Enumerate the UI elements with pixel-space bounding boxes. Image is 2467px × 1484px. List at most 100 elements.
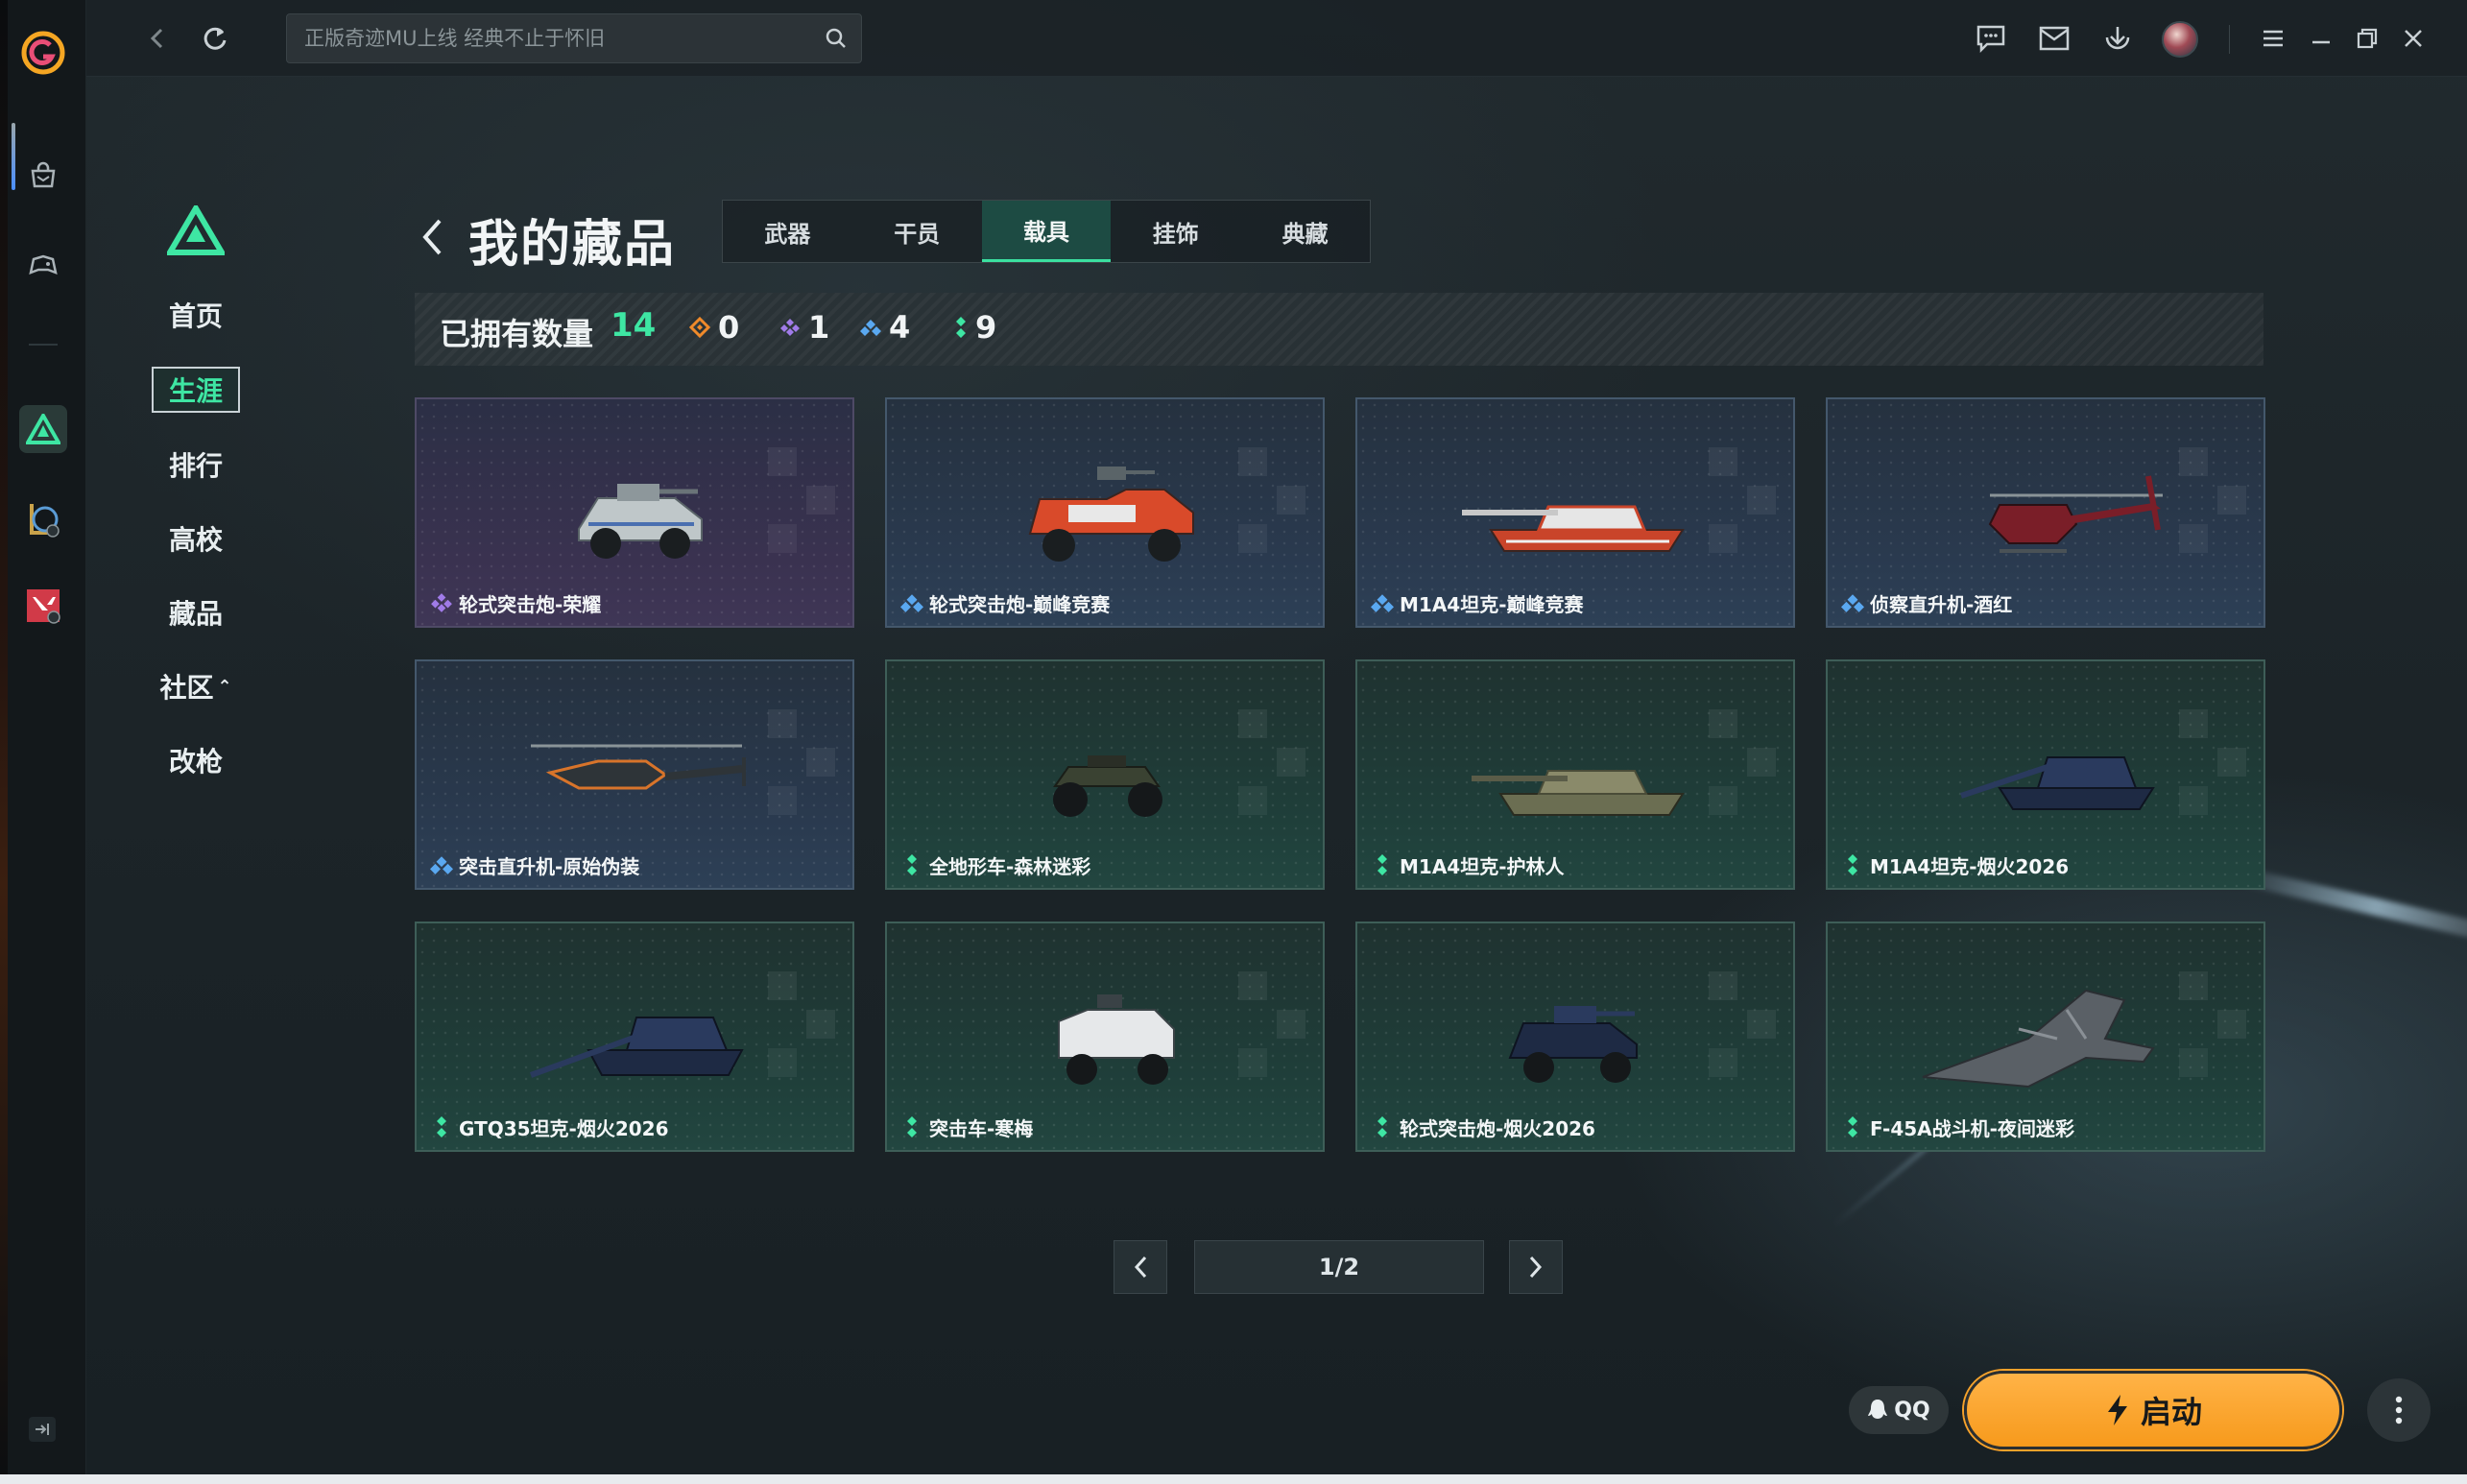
search-icon[interactable] (825, 27, 848, 50)
qq-button[interactable]: QQ (1849, 1386, 1949, 1434)
lightning-icon (2107, 1395, 2127, 1425)
nav-home[interactable]: 首页 (152, 292, 240, 338)
back-icon[interactable] (138, 19, 177, 58)
rarity-count-blue: 4 (860, 308, 910, 347)
nav-community[interactable]: 社区 ⌃ (152, 663, 240, 709)
league-of-legends-icon[interactable] (19, 495, 67, 543)
next-page-button[interactable] (1509, 1240, 1563, 1294)
delta-force-logo-icon (167, 205, 225, 255)
nav-ranking[interactable]: 排行 (152, 442, 240, 488)
vehicle-card[interactable]: M1A4坦克-护林人 (1355, 659, 1795, 890)
vehicle-name: M1A4坦克-巅峰竞赛 (1400, 593, 1584, 616)
expand-sidebar-icon[interactable] (29, 1417, 56, 1442)
delta-force-game-icon[interactable] (19, 405, 67, 453)
vehicle-card[interactable]: GTQ35坦克-烟火2026 (415, 922, 854, 1152)
collection-tabs: 武器 干员 载具 挂饰 典藏 (722, 200, 1371, 263)
valorant-game-icon[interactable] (19, 582, 67, 630)
vehicle-name: 轮式突击炮-烟火2026 (1400, 1117, 1595, 1140)
search-input[interactable] (304, 14, 803, 62)
gamepad-icon[interactable] (19, 242, 67, 290)
green-rarity-icon (437, 1116, 446, 1137)
close-icon[interactable] (2392, 17, 2434, 60)
green-rarity-icon (907, 1116, 917, 1137)
menu-icon[interactable] (2252, 17, 2294, 60)
page-title: 我的藏品 (468, 216, 677, 274)
rarity-count-value: 0 (718, 309, 740, 346)
rail-edge (0, 0, 8, 1474)
launcher-logo-icon[interactable] (21, 31, 65, 75)
vehicle-card[interactable]: M1A4坦克-巅峰竞赛 (1355, 397, 1795, 628)
vehicle-name: 突击直升机-原始伪装 (459, 855, 640, 878)
rarity-count-value: 4 (889, 309, 911, 346)
vehicle-name: M1A4坦克-烟火2026 (1870, 855, 2070, 878)
search-box[interactable] (286, 13, 862, 63)
owned-total: 14 (611, 306, 657, 345)
tab-vehicles[interactable]: 载具 (981, 201, 1112, 262)
nav-career[interactable]: 生涯 (152, 367, 240, 413)
tank-icon (1462, 505, 1685, 552)
vehicle-card[interactable]: 轮式突击炮-烟火2026 (1355, 922, 1795, 1152)
vehicle-name: F-45A战斗机-夜间迷彩 (1870, 1117, 2074, 1140)
helicopter-icon (1988, 475, 2163, 553)
prev-page-button[interactable] (1114, 1240, 1167, 1294)
vehicle-name: 突击车-寒梅 (929, 1117, 1034, 1140)
page-indicator: 1/2 (1194, 1240, 1484, 1294)
owned-summary-bar: 已拥有数量 14 0 1 4 9 (415, 293, 2263, 366)
vehicle-card[interactable]: F-45A战斗机-夜间迷彩 (1826, 922, 2265, 1152)
qq-label: QQ (1894, 1398, 1930, 1423)
download-icon[interactable] (2096, 17, 2139, 60)
mail-icon[interactable] (2033, 17, 2075, 60)
blue-rarity-icon (860, 320, 881, 336)
launch-button[interactable]: 启动 (1964, 1371, 2342, 1449)
top-bar (86, 0, 2467, 77)
left-rail (0, 0, 86, 1474)
green-rarity-icon (1377, 854, 1387, 875)
tank-icon (529, 1017, 744, 1078)
store-icon[interactable] (19, 152, 67, 200)
orange-rarity-icon (689, 317, 710, 338)
vehicle-card[interactable]: 轮式突击炮-巅峰竞赛 (885, 397, 1325, 628)
more-options-button[interactable] (2367, 1378, 2431, 1442)
qq-penguin-icon (1868, 1400, 1888, 1419)
tab-operators[interactable]: 干员 (852, 201, 982, 262)
helicopter-icon (531, 744, 746, 790)
nav-gunsmith[interactable]: 改枪 (152, 737, 240, 783)
vehicle-card[interactable]: 侦察直升机-酒红 (1826, 397, 2265, 628)
armored-car-icon (1058, 994, 1175, 1085)
vehicle-card[interactable]: 全地形车-森林迷彩 (885, 659, 1325, 890)
vehicle-card[interactable]: 轮式突击炮-荣耀 (415, 397, 854, 628)
chat-icon[interactable] (1970, 17, 2012, 60)
armored-car-icon (1508, 1006, 1638, 1083)
rarity-count-value: 9 (975, 309, 997, 346)
nav-collection[interactable]: 藏品 (152, 589, 240, 635)
user-avatar[interactable] (2162, 21, 2198, 58)
tab-charms[interactable]: 挂饰 (1111, 201, 1240, 262)
tab-classics[interactable]: 典藏 (1240, 201, 1370, 262)
vehicle-name: 轮式突击炮-巅峰竞赛 (929, 593, 1111, 616)
green-rarity-icon (907, 854, 917, 875)
tab-weapons[interactable]: 武器 (723, 201, 852, 262)
minimize-icon[interactable] (2300, 17, 2342, 60)
green-rarity-icon (1377, 1116, 1387, 1137)
nav-campus[interactable]: 高校 (152, 515, 240, 562)
armored-car-icon (578, 484, 703, 559)
purple-rarity-icon (780, 319, 800, 336)
vehicle-card[interactable]: 突击直升机-原始伪装 (415, 659, 854, 890)
top-divider (2229, 25, 2230, 54)
jet-icon (1922, 989, 2155, 1089)
chevron-left-icon (1134, 1256, 1147, 1279)
taskbar-strip (0, 1474, 2467, 1484)
restore-window-icon[interactable] (2346, 17, 2388, 60)
green-rarity-icon (1848, 1116, 1857, 1137)
vehicle-name: 侦察直升机-酒红 (1870, 593, 2013, 616)
vehicle-card[interactable]: M1A4坦克-烟火2026 (1826, 659, 2265, 890)
blue-rarity-icon (900, 594, 923, 612)
vehicle-card[interactable]: 突击车-寒梅 (885, 922, 1325, 1152)
rarity-count-green: 9 (954, 308, 996, 347)
vehicle-name: M1A4坦克-护林人 (1400, 855, 1565, 878)
refresh-icon[interactable] (196, 19, 234, 58)
vehicle-name: GTQ35坦克-烟火2026 (459, 1117, 669, 1140)
rarity-count-value: 1 (808, 309, 830, 346)
rarity-count-purple: 1 (779, 308, 829, 347)
page-back-icon[interactable] (415, 213, 449, 261)
